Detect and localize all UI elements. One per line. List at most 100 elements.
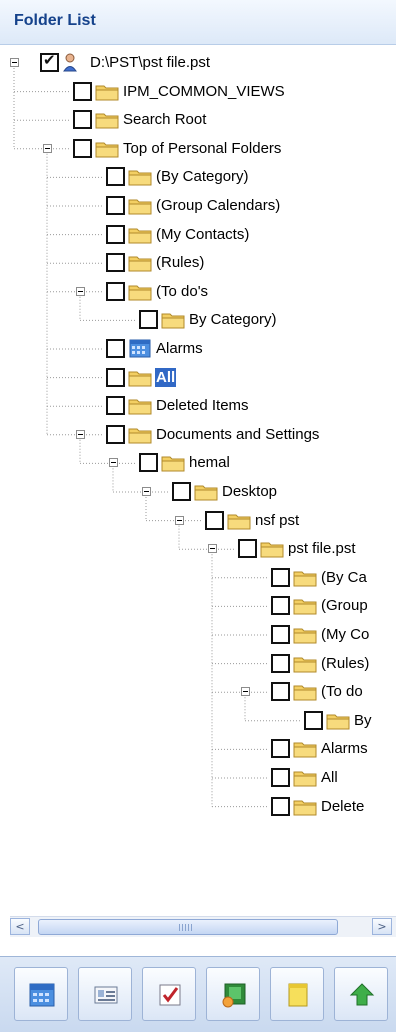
node-label[interactable]: (My Co	[320, 625, 370, 644]
node-label[interactable]: All	[320, 768, 339, 787]
node-label[interactable]: (By Ca	[320, 568, 368, 587]
node-checkbox[interactable]	[238, 539, 257, 559]
tree-node[interactable]: D:\PST\pst file.pst	[0, 50, 396, 76]
node-label[interactable]: Alarms	[155, 339, 204, 358]
node-label[interactable]: Desktop	[221, 482, 278, 501]
tree-node[interactable]: (Rules)	[0, 250, 396, 276]
collapse-icon[interactable]	[76, 429, 85, 439]
tree-node[interactable]: Delete	[0, 794, 396, 820]
node-label[interactable]: (To do's	[155, 282, 209, 301]
node-label[interactable]: By Category)	[188, 310, 278, 329]
node-label[interactable]: (Group Calendars)	[155, 196, 281, 215]
node-label[interactable]: pst file.pst	[287, 539, 357, 558]
node-label[interactable]: IPM_COMMON_VIEWS	[122, 82, 286, 101]
contacts-button[interactable]	[78, 967, 132, 1021]
tree-node[interactable]: (Rules)	[0, 651, 396, 677]
node-checkbox[interactable]	[271, 682, 290, 702]
tree-node[interactable]: (By Category)	[0, 164, 396, 190]
node-checkbox[interactable]	[139, 453, 158, 473]
node-label[interactable]: Delete	[320, 797, 365, 816]
tree-node[interactable]: (To do's	[0, 279, 396, 305]
collapse-icon[interactable]	[142, 487, 151, 496]
node-label[interactable]: Alarms	[320, 739, 369, 758]
node-checkbox[interactable]	[271, 739, 290, 759]
tree-node[interactable]: Alarms	[0, 336, 396, 362]
node-checkbox[interactable]	[205, 510, 224, 530]
node-label[interactable]: nsf pst	[254, 511, 300, 530]
tasks-button[interactable]	[142, 967, 196, 1021]
node-label[interactable]: By	[353, 711, 373, 730]
tree-node[interactable]: nsf pst	[0, 508, 396, 534]
node-checkbox[interactable]	[139, 310, 158, 330]
tree-node[interactable]: Deleted Items	[0, 393, 396, 419]
tree-node[interactable]: (Group Calendars)	[0, 193, 396, 219]
node-checkbox[interactable]	[271, 768, 290, 787]
node-label[interactable]: (Rules)	[155, 253, 205, 272]
node-label[interactable]: Search Root	[122, 110, 207, 129]
node-checkbox[interactable]	[73, 81, 92, 101]
node-checkbox[interactable]	[73, 110, 92, 130]
node-checkbox[interactable]	[106, 196, 125, 215]
node-label[interactable]: (To do	[320, 682, 364, 701]
collapse-icon[interactable]	[175, 515, 184, 525]
node-label[interactable]: (By Category)	[155, 167, 250, 186]
node-label[interactable]: (Rules)	[320, 654, 370, 673]
node-checkbox[interactable]	[271, 653, 290, 673]
node-checkbox[interactable]	[304, 710, 323, 730]
node-checkbox[interactable]	[271, 796, 290, 816]
tree-node[interactable]: Alarms	[0, 736, 396, 762]
journal-button[interactable]	[206, 967, 260, 1021]
tree-node[interactable]: (By Ca	[0, 565, 396, 591]
tree-node[interactable]: (Group	[0, 593, 396, 619]
node-checkbox[interactable]	[106, 281, 125, 301]
node-checkbox[interactable]	[106, 424, 125, 444]
node-checkbox[interactable]	[106, 339, 125, 358]
tree-node[interactable]: All	[0, 765, 396, 791]
node-label[interactable]: (Group	[320, 596, 369, 615]
node-checkbox[interactable]	[271, 596, 290, 616]
node-label[interactable]: (My Contacts)	[155, 225, 250, 244]
collapse-icon[interactable]	[241, 687, 250, 697]
notes-button[interactable]	[270, 967, 324, 1021]
node-checkbox[interactable]	[172, 482, 191, 501]
horizontal-scrollbar[interactable]: < >	[10, 916, 396, 937]
tree-node[interactable]: hemal	[0, 450, 396, 476]
node-checkbox[interactable]	[106, 167, 125, 187]
node-checkbox[interactable]	[106, 367, 125, 387]
tree-node[interactable]: All	[0, 365, 396, 391]
tree-node[interactable]: Desktop	[0, 479, 396, 505]
node-checkbox[interactable]	[271, 625, 290, 644]
node-checkbox[interactable]	[271, 567, 290, 587]
tree-node[interactable]: (My Contacts)	[0, 222, 396, 248]
collapse-icon[interactable]	[10, 58, 19, 67]
tree-node[interactable]: Top of Personal Folders	[0, 136, 396, 162]
shortcuts-button[interactable]	[334, 967, 388, 1021]
node-label[interactable]: D:\PST\pst file.pst	[89, 53, 211, 72]
node-checkbox[interactable]	[106, 253, 125, 273]
collapse-icon[interactable]	[43, 143, 52, 153]
collapse-icon[interactable]	[109, 458, 118, 468]
node-checkbox[interactable]	[40, 51, 59, 72]
node-label[interactable]: Deleted Items	[155, 396, 250, 415]
tree-node[interactable]: (To do	[0, 679, 396, 705]
tree-node[interactable]: pst file.pst	[0, 536, 396, 562]
collapse-icon[interactable]	[208, 544, 217, 554]
node-checkbox[interactable]	[106, 224, 125, 244]
collapse-icon[interactable]	[76, 286, 85, 296]
tree-node[interactable]: By Category)	[0, 307, 396, 333]
node-checkbox[interactable]	[106, 396, 125, 416]
node-label[interactable]: Documents and Settings	[155, 425, 320, 444]
node-label[interactable]: Top of Personal Folders	[122, 139, 282, 158]
node-label[interactable]: hemal	[188, 453, 231, 472]
tree-node[interactable]: IPM_COMMON_VIEWS	[0, 79, 396, 105]
node-label[interactable]: All	[155, 367, 177, 387]
scroll-right-button[interactable]: >	[372, 918, 392, 935]
scroll-left-button[interactable]: <	[10, 918, 30, 935]
node-checkbox[interactable]	[73, 138, 92, 158]
tree-node[interactable]: Search Root	[0, 107, 396, 133]
calendar-button[interactable]	[14, 967, 68, 1021]
tree-node[interactable]: Documents and Settings	[0, 422, 396, 448]
scrollbar-thumb[interactable]	[38, 919, 338, 935]
tree-node[interactable]: By	[0, 708, 396, 734]
folder-tree[interactable]: D:\PST\pst file.pst IPM_COMMON_VIEWS Searc…	[0, 44, 396, 916]
